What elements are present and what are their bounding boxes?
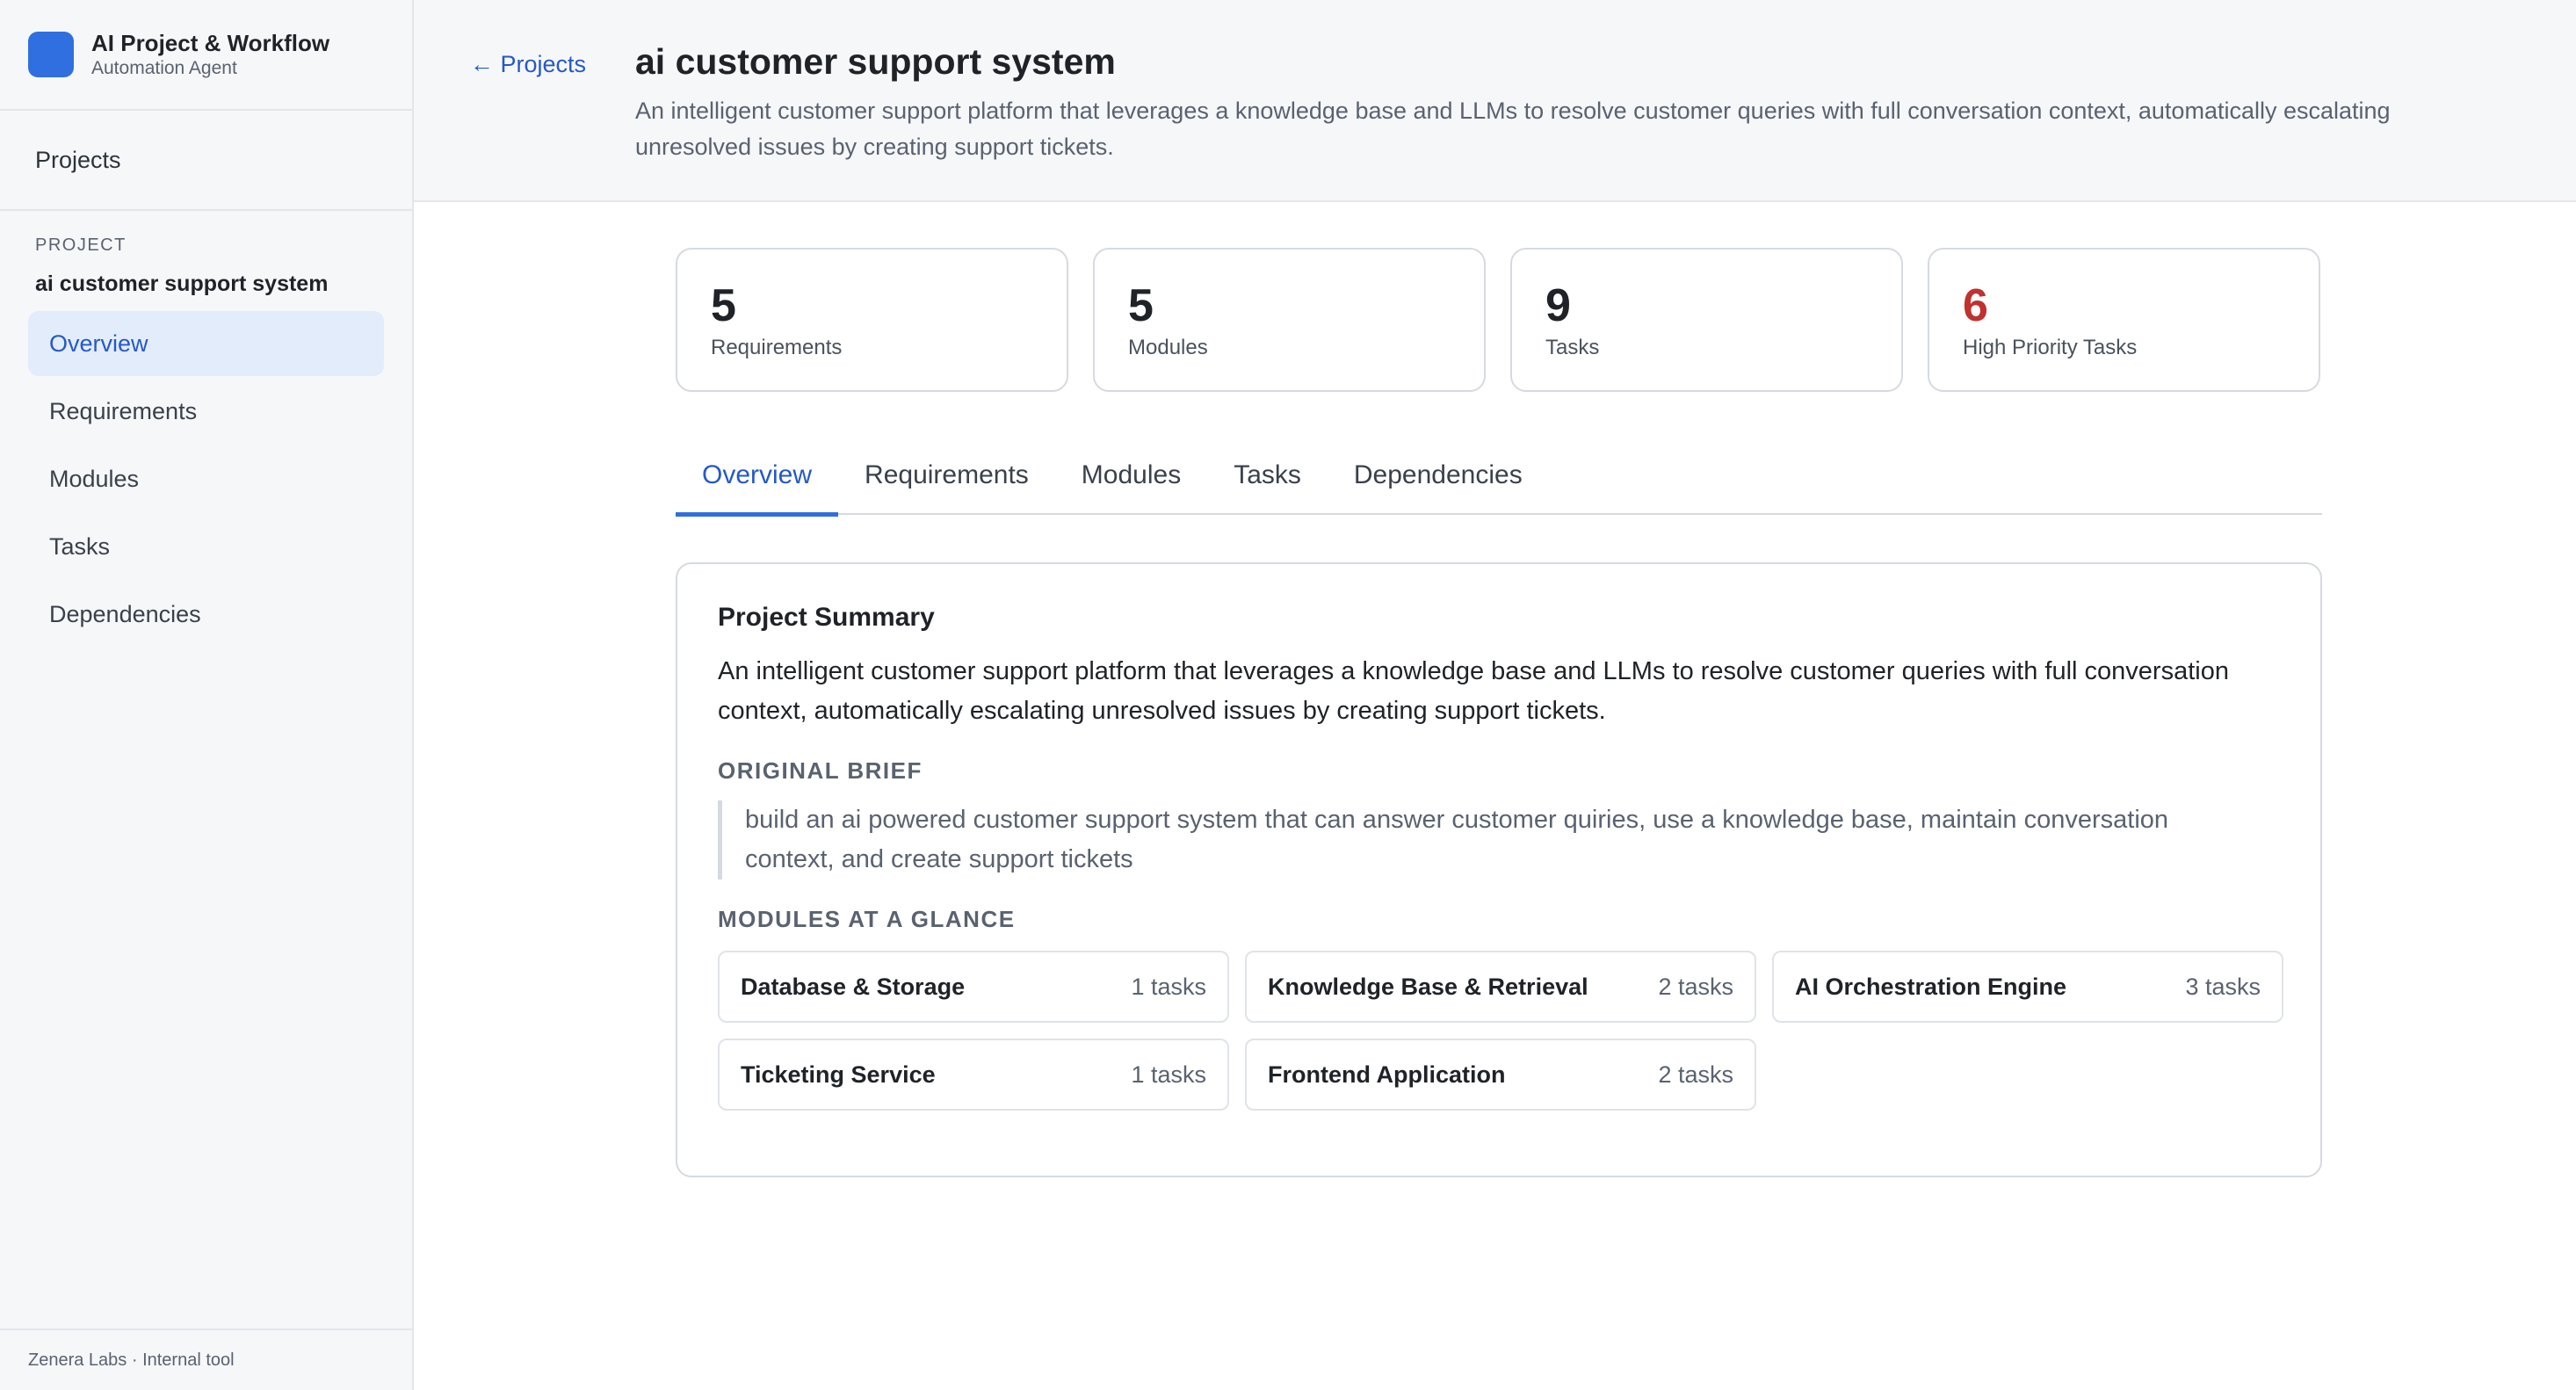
- module-card[interactable]: Frontend Application 2 tasks: [1245, 1039, 1756, 1111]
- sidebar-footer: Zenera Labs · Internal tool: [0, 1328, 412, 1390]
- modules-grid: Database & Storage 1 tasks Knowledge Bas…: [718, 951, 2283, 1111]
- module-card[interactable]: Ticketing Service 1 tasks: [718, 1039, 1229, 1111]
- original-brief-label: ORIGINAL BRIEF: [718, 757, 923, 784]
- brand-title: AI Project & Workflow: [91, 30, 330, 56]
- module-card[interactable]: Database & Storage 1 tasks: [718, 951, 1229, 1023]
- summary-description: An intelligent customer support platform…: [718, 657, 2229, 725]
- stats-row: 5 Requirements 5 Modules 9 Tasks 6 High …: [676, 248, 2322, 392]
- brand: AI Project & Workflow Automation Agent: [0, 0, 412, 111]
- project-summary-card: Project Summary An intelligent customer …: [676, 562, 2322, 1177]
- module-name: AI Orchestration Engine: [1795, 973, 2067, 1000]
- module-name: Database & Storage: [741, 973, 966, 1000]
- module-task-count: 3 tasks: [2185, 973, 2261, 1000]
- page-title: ai customer support system: [635, 41, 1116, 82]
- summary-title: Project Summary: [718, 603, 935, 632]
- brand-text: AI Project & Workflow Automation Agent: [91, 29, 329, 80]
- original-brief-quote: build an ai powered customer support sys…: [718, 800, 2247, 880]
- tab-bar: Overview Requirements Modules Tasks Depe…: [676, 434, 2322, 517]
- stat-value: 9: [1545, 280, 1571, 331]
- stat-card-modules: 5 Modules: [1093, 248, 1486, 392]
- module-card[interactable]: AI Orchestration Engine 3 tasks: [1772, 951, 2283, 1023]
- stat-label: Tasks: [1545, 336, 1600, 359]
- stat-value: 5: [711, 280, 736, 331]
- sidebar: AI Project & Workflow Automation Agent P…: [0, 0, 414, 1390]
- tab-requirements[interactable]: Requirements: [838, 434, 1055, 515]
- stat-label: High Priority Tasks: [1963, 336, 2138, 359]
- stat-label: Modules: [1128, 336, 1208, 359]
- sidebar-item-projects[interactable]: Projects: [0, 111, 412, 211]
- tab-modules[interactable]: Modules: [1055, 434, 1207, 515]
- module-name: Ticketing Service: [741, 1061, 936, 1088]
- module-card[interactable]: Knowledge Base & Retrieval 2 tasks: [1245, 951, 1756, 1023]
- module-name: Frontend Application: [1268, 1061, 1506, 1088]
- tab-dependencies[interactable]: Dependencies: [1328, 434, 1549, 515]
- stat-label: Requirements: [711, 336, 843, 359]
- page-header: ← Projects ai customer support system An…: [414, 0, 2576, 202]
- sidebar-item-overview[interactable]: Overview: [28, 311, 384, 376]
- page-description: An intelligent customer support platform…: [635, 98, 2391, 160]
- project-name: ai customer support system: [35, 271, 329, 296]
- module-task-count: 2 tasks: [1658, 973, 1733, 1000]
- module-name: Knowledge Base & Retrieval: [1268, 973, 1588, 1000]
- app-root: AI Project & Workflow Automation Agent P…: [0, 0, 2576, 1390]
- overview-content: 5 Requirements 5 Modules 9 Tasks 6 High …: [676, 202, 2322, 1177]
- module-task-count: 2 tasks: [1658, 1061, 1733, 1088]
- project-block: PROJECT ai customer support system Overv…: [0, 211, 412, 647]
- stat-card-requirements: 5 Requirements: [676, 248, 1068, 392]
- module-task-count: 1 tasks: [1131, 1061, 1206, 1088]
- sidebar-item-requirements[interactable]: Requirements: [28, 379, 384, 444]
- sidebar-item-modules[interactable]: Modules: [28, 446, 384, 511]
- modules-glance-label: MODULES AT A GLANCE: [718, 906, 1016, 932]
- main-content: ← Projects ai customer support system An…: [414, 0, 2576, 1390]
- brand-subtitle: Automation Agent: [91, 58, 237, 78]
- tab-overview[interactable]: Overview: [676, 434, 839, 517]
- stat-value: 5: [1128, 280, 1154, 331]
- stat-value: 6: [1963, 280, 1988, 331]
- stat-card-high-priority: 6 High Priority Tasks: [1928, 248, 2320, 392]
- sidebar-item-tasks[interactable]: Tasks: [28, 514, 384, 579]
- sidebar-item-dependencies[interactable]: Dependencies: [28, 582, 384, 647]
- module-task-count: 1 tasks: [1131, 973, 1206, 1000]
- project-section-label: PROJECT: [35, 235, 127, 255]
- tab-tasks[interactable]: Tasks: [1207, 434, 1328, 515]
- header-text: ai customer support system An intelligen…: [635, 37, 2480, 200]
- stat-card-tasks: 9 Tasks: [1510, 248, 1903, 392]
- back-to-projects-link[interactable]: ← Projects: [470, 51, 598, 200]
- app-logo-icon: [28, 32, 74, 77]
